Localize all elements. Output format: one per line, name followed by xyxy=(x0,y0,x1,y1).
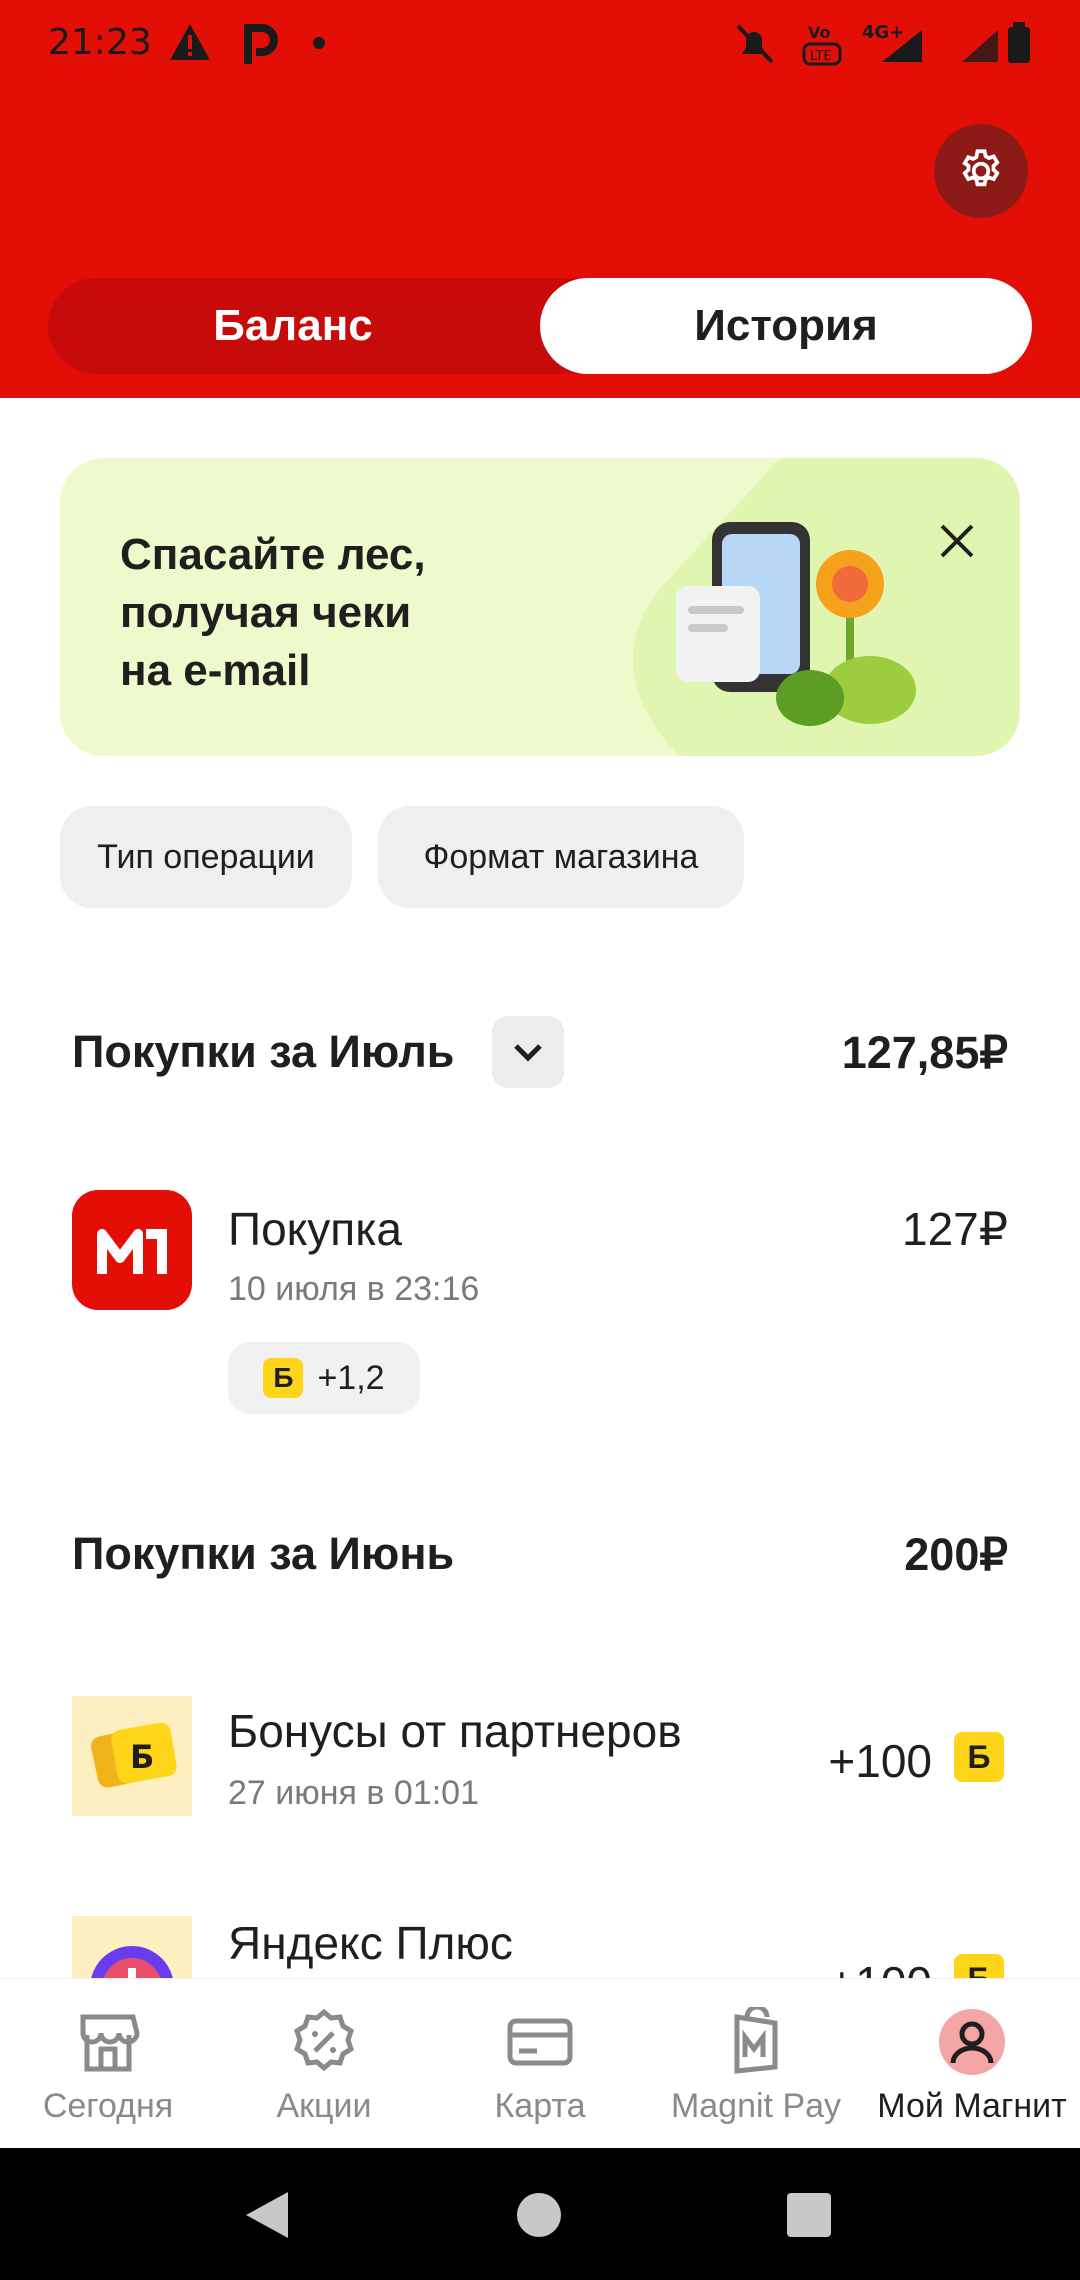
home-icon[interactable] xyxy=(516,2192,562,2238)
svg-text:LTE: LTE xyxy=(810,49,832,64)
nav-label: Мой Магнит xyxy=(877,2087,1067,2125)
promo-line-1: Спасайте лес, xyxy=(120,530,426,579)
transaction-title: Покупка xyxy=(228,1203,402,1255)
transaction-amount: +100 xyxy=(828,1735,932,1787)
bonus-points-icon: Б xyxy=(263,1358,304,1398)
nav-card[interactable]: Карта xyxy=(432,1979,648,2149)
section-title-july: Покупки за Июль xyxy=(72,1026,455,1077)
bottom-navigation: Сегодня Акции Карта Magnit Pay Мой Магни… xyxy=(0,1978,1080,2149)
signal-2-icon xyxy=(962,30,998,62)
section-title-june: Покупки за Июнь xyxy=(72,1528,455,1579)
nav-label: Сегодня xyxy=(42,2087,174,2125)
bonus-earned-badge: Б +1,2 xyxy=(228,1342,420,1414)
gear-icon xyxy=(962,149,1000,187)
partner-bonus-icon: Б xyxy=(72,1696,192,1816)
transaction-date: 27 июня в 01:01 xyxy=(228,1774,479,1812)
promo-line-3: на e-mail xyxy=(120,646,311,695)
status-bar: 21:23 LTE Vo 4G+ xyxy=(0,0,1080,90)
nav-label: Карта xyxy=(494,2087,586,2125)
settings-button[interactable] xyxy=(934,124,1028,218)
section-total-june: 200₽ xyxy=(904,1529,1008,1580)
tab-history[interactable]: История xyxy=(540,278,1032,374)
transaction-title: Яндекс Плюс xyxy=(228,1917,513,1969)
transaction-date: 10 июля в 23:16 xyxy=(228,1270,480,1308)
signal-icon xyxy=(882,30,922,62)
promo-close-button[interactable] xyxy=(922,506,992,576)
bonus-earned-value: +1,2 xyxy=(317,1358,385,1397)
volte-icon: LTE Vo xyxy=(802,23,842,66)
nav-today[interactable]: Сегодня xyxy=(0,1979,216,2149)
mute-icon xyxy=(736,24,774,64)
promo-line-2: получая чеки xyxy=(120,588,412,637)
balance-history-toggle: Баланс История xyxy=(48,278,1032,374)
discount-icon xyxy=(294,2008,354,2072)
back-icon[interactable] xyxy=(244,2190,290,2240)
bonus-points-icon: Б xyxy=(954,1954,1004,1978)
collapse-july-button[interactable] xyxy=(492,1016,564,1088)
transaction-amount: 127₽ xyxy=(901,1203,1008,1255)
warning-icon xyxy=(170,24,210,60)
magnit-pay-icon xyxy=(734,2007,778,2074)
close-icon xyxy=(940,524,974,558)
app-notification-icon xyxy=(244,24,278,64)
profile-icon xyxy=(939,2009,1005,2075)
nav-label: Magnit Pay xyxy=(670,2087,842,2125)
status-time: 21:23 xyxy=(48,22,152,63)
magnit-logo-icon xyxy=(72,1190,192,1310)
promo-illustration xyxy=(632,458,1020,756)
filter-store-format[interactable]: Формат магазина xyxy=(378,806,744,908)
transaction-row-yandex-plus[interactable]: Яндекс Плюс +100 Б xyxy=(0,1916,1080,1978)
nav-label: Акции xyxy=(276,2087,372,2125)
svg-text:Vo: Vo xyxy=(808,23,831,42)
nav-my-magnit[interactable]: Мой Магнит xyxy=(864,1979,1080,2149)
store-icon xyxy=(80,2014,140,2072)
transaction-row-purchase[interactable]: Покупка 10 июля в 23:16 127₽ xyxy=(0,1180,1080,1420)
dot-icon xyxy=(313,37,325,49)
recents-icon[interactable] xyxy=(786,2192,832,2238)
nav-promotions[interactable]: Акции xyxy=(216,1979,432,2149)
battery-icon xyxy=(1008,22,1030,63)
yandex-plus-icon xyxy=(72,1916,192,1978)
transaction-row-partner-bonus[interactable]: Б Бонусы от партнеров 27 июня в 01:01 +1… xyxy=(0,1690,1080,1840)
system-navigation-bar xyxy=(0,2148,1080,2280)
promo-banner[interactable]: Спасайте лес, получая чеки на e-mail xyxy=(60,458,1020,756)
tab-balance[interactable]: Баланс xyxy=(48,278,538,374)
chevron-down-icon xyxy=(514,1044,542,1062)
svg-text:Б: Б xyxy=(130,1738,154,1776)
filter-operation-type[interactable]: Тип операции xyxy=(60,806,352,908)
section-total-july: 127,85₽ xyxy=(841,1027,1008,1078)
nav-magnit-pay[interactable]: Magnit Pay xyxy=(648,1979,864,2149)
promo-text: Спасайте лес, получая чеки на e-mail xyxy=(120,526,540,700)
card-icon xyxy=(507,2018,573,2066)
transaction-amount: +100 xyxy=(828,1956,932,1978)
transaction-title: Бонусы от партнеров xyxy=(228,1705,682,1757)
bonus-points-icon: Б xyxy=(954,1732,1004,1782)
